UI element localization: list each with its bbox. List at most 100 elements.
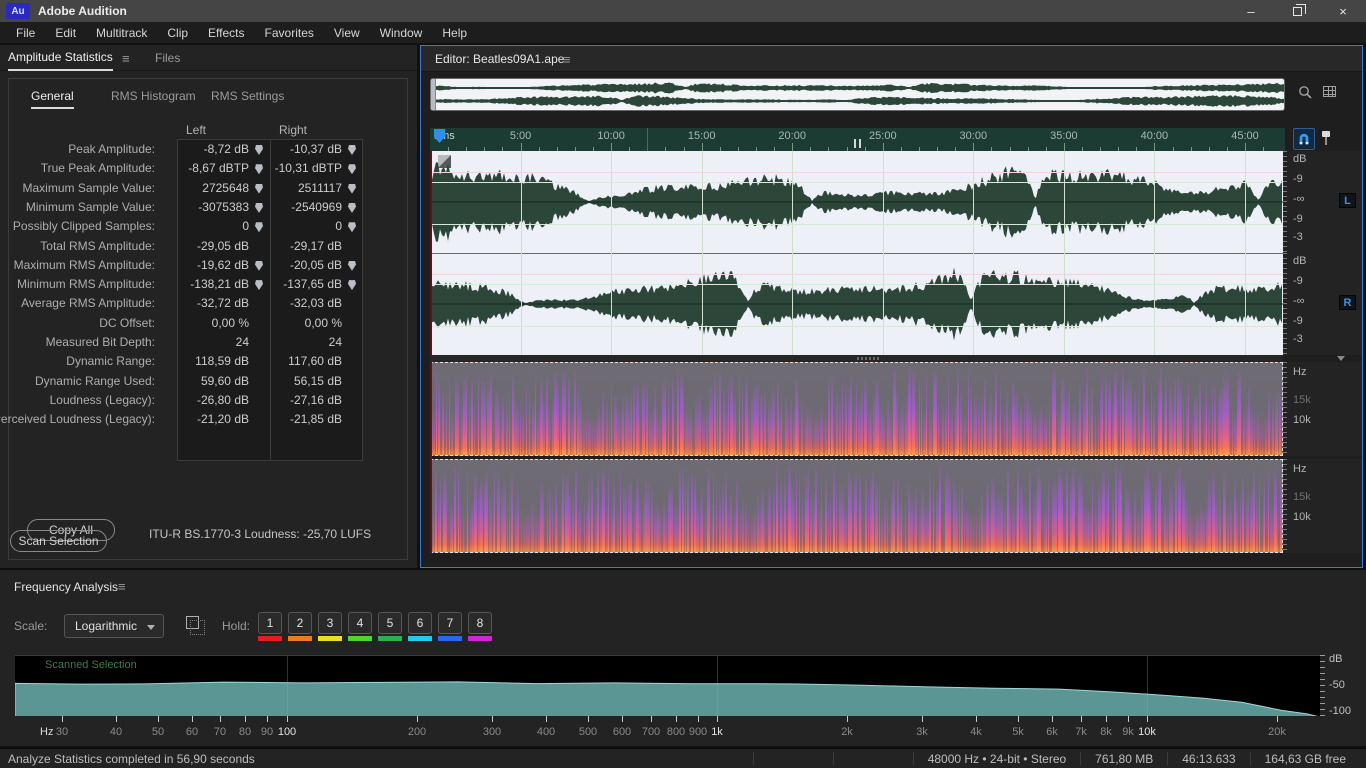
editor-menu-icon[interactable]: ≡ xyxy=(563,52,571,67)
marker-pin-icon[interactable] xyxy=(348,222,356,233)
hold-button-7[interactable]: 7 xyxy=(438,612,462,634)
menu-view[interactable]: View xyxy=(324,22,370,43)
copy-graph-icon[interactable] xyxy=(186,616,205,635)
hold-button-8[interactable]: 8 xyxy=(468,612,492,634)
hz-scale-tick: 10k xyxy=(1293,511,1311,523)
waveform-overview-navigator[interactable] xyxy=(430,78,1285,111)
x-axis-label: 40 xyxy=(109,726,123,738)
marker-pin-icon[interactable] xyxy=(348,260,356,271)
marker-pin-icon[interactable] xyxy=(255,260,263,271)
hold-button-2[interactable]: 2 xyxy=(288,612,312,634)
menu-effects[interactable]: Effects xyxy=(198,22,254,43)
stat-value-right: -10,31 dBTP xyxy=(274,161,342,176)
stat-value-left: 59,60 dB xyxy=(200,373,249,388)
x-axis-unit: Hz xyxy=(40,726,54,738)
timeline-ruler[interactable]: hms 5:0010:0015:0020:0025:0030:0035:0040… xyxy=(430,128,1285,151)
marker-pin-icon[interactable] xyxy=(255,145,263,155)
tab-amplitude-statistics[interactable]: Amplitude Statistics xyxy=(8,45,113,71)
marker-pin-icon[interactable] xyxy=(255,164,263,175)
hold-color-strip xyxy=(378,636,402,641)
tab-rms-settings[interactable]: RMS Settings xyxy=(211,89,284,103)
menu-favorites[interactable]: Favorites xyxy=(255,22,324,43)
db-scale-tick: dB xyxy=(1293,255,1307,267)
marker-pin-icon[interactable] xyxy=(348,202,356,213)
menu-clip[interactable]: Clip xyxy=(157,22,198,43)
stat-label: Measured Bit Depth: xyxy=(45,335,155,349)
hz-scale-unit: Hz xyxy=(1293,366,1307,378)
stat-row: Dynamic Range Used: 59,60 dB 56,15 dB xyxy=(9,374,407,393)
stat-value-left: -32,72 dB xyxy=(196,296,249,311)
status-empty-segment xyxy=(832,752,913,766)
column-header-left: Left xyxy=(186,123,207,137)
scale-dropdown[interactable]: Logarithmic xyxy=(64,614,164,638)
hold-button-3[interactable]: 3 xyxy=(318,612,342,634)
marker-pin-icon[interactable] xyxy=(348,164,356,175)
tab-files[interactable]: Files xyxy=(155,45,180,71)
spectrogram-left-channel[interactable] xyxy=(430,362,1283,456)
view-splitter[interactable] xyxy=(430,355,1283,362)
app-title: Adobe Audition xyxy=(38,4,127,18)
stat-row: Maximum Sample Value: 2725648 2511117 xyxy=(9,181,407,200)
stat-row: Measured Bit Depth: 24 24 xyxy=(9,335,407,354)
waveform-display[interactable] xyxy=(430,151,1283,355)
marker-pin-icon[interactable] xyxy=(255,280,263,291)
x-axis-label: 6k xyxy=(1046,726,1058,738)
channel-badge-r[interactable]: R xyxy=(1339,295,1356,310)
frequency-panel-menu-icon[interactable]: ≡ xyxy=(118,579,126,594)
ruler-label: 45:00 xyxy=(1231,130,1259,142)
timeline-marker-icon[interactable] xyxy=(853,139,856,148)
tab-rms-histogram[interactable]: RMS Histogram xyxy=(111,89,196,103)
marker-pin-icon[interactable] xyxy=(348,183,356,194)
editor-title: Editor: Beatles09A1.ape xyxy=(435,52,565,66)
hold-button-5[interactable]: 5 xyxy=(378,612,402,634)
spectrogram-right-channel[interactable] xyxy=(430,459,1283,553)
minimize-button[interactable]: – xyxy=(1228,0,1274,22)
overview-left-handle[interactable] xyxy=(431,79,436,110)
stat-value-left: -3075383 xyxy=(198,199,249,214)
collapse-arrow-icon[interactable] xyxy=(1337,356,1345,361)
zoom-navigate-icon[interactable] xyxy=(1297,84,1313,105)
menu-file[interactable]: File xyxy=(6,22,45,43)
stat-value-left: 118,59 dB xyxy=(195,354,249,369)
status-empty-segment xyxy=(752,752,833,766)
snap-toggle[interactable] xyxy=(1293,128,1315,150)
stat-value-right: -21,85 dB xyxy=(289,412,342,427)
frequency-plot[interactable]: Scanned Selection xyxy=(15,655,1320,716)
grid-icon[interactable] xyxy=(1323,86,1336,97)
stat-label: Minimum RMS Amplitude: xyxy=(16,277,155,292)
marker-pin-icon[interactable] xyxy=(348,280,356,291)
menu-help[interactable]: Help xyxy=(432,22,477,43)
stat-label: Maximum Sample Value: xyxy=(22,180,156,195)
restore-button[interactable] xyxy=(1274,0,1320,22)
db-scale-tick: -9 xyxy=(1293,213,1303,225)
stat-value-right: -2540969 xyxy=(291,199,342,214)
tab-general[interactable]: General xyxy=(31,89,74,109)
marker-pin-icon[interactable] xyxy=(255,183,263,194)
marker-pin-icon[interactable] xyxy=(255,222,263,233)
menu-window[interactable]: Window xyxy=(370,22,433,43)
menu-edit[interactable]: Edit xyxy=(45,22,86,43)
title-bar: Au Adobe Audition – × xyxy=(0,0,1366,22)
close-button[interactable]: × xyxy=(1320,0,1366,22)
panel-menu-icon[interactable]: ≡ xyxy=(122,45,130,71)
column-header-right: Right xyxy=(279,123,308,137)
overview-waveform xyxy=(431,82,1284,107)
current-time-indicator[interactable] xyxy=(430,151,432,355)
marker-pin-icon[interactable] xyxy=(348,145,356,155)
scan-selection-button[interactable]: Scan Selection xyxy=(10,530,107,552)
stat-value-right: 2511117 xyxy=(297,180,342,195)
channel-badge-l[interactable]: L xyxy=(1339,193,1356,208)
marker-tool-icon[interactable] xyxy=(1320,130,1332,151)
marker-pin-icon[interactable] xyxy=(255,202,263,213)
menu-multitrack[interactable]: Multitrack xyxy=(86,22,157,43)
timeline-marker-icon[interactable] xyxy=(858,139,861,148)
stat-value-left: -21,20 dB xyxy=(196,412,249,427)
hold-button-1[interactable]: 1 xyxy=(258,612,282,634)
hold-button-4[interactable]: 4 xyxy=(348,612,372,634)
db-scale-tick: dB xyxy=(1293,153,1307,165)
amplitude-statistics-panel: Amplitude Statistics ≡ Files General RMS… xyxy=(0,45,417,568)
hold-button-6[interactable]: 6 xyxy=(408,612,432,634)
stat-row: Peak Amplitude: -8,72 dB -10,37 dB xyxy=(9,142,407,161)
hold-color-strip xyxy=(258,636,282,641)
stat-value-right: 56,15 dB xyxy=(293,373,342,388)
